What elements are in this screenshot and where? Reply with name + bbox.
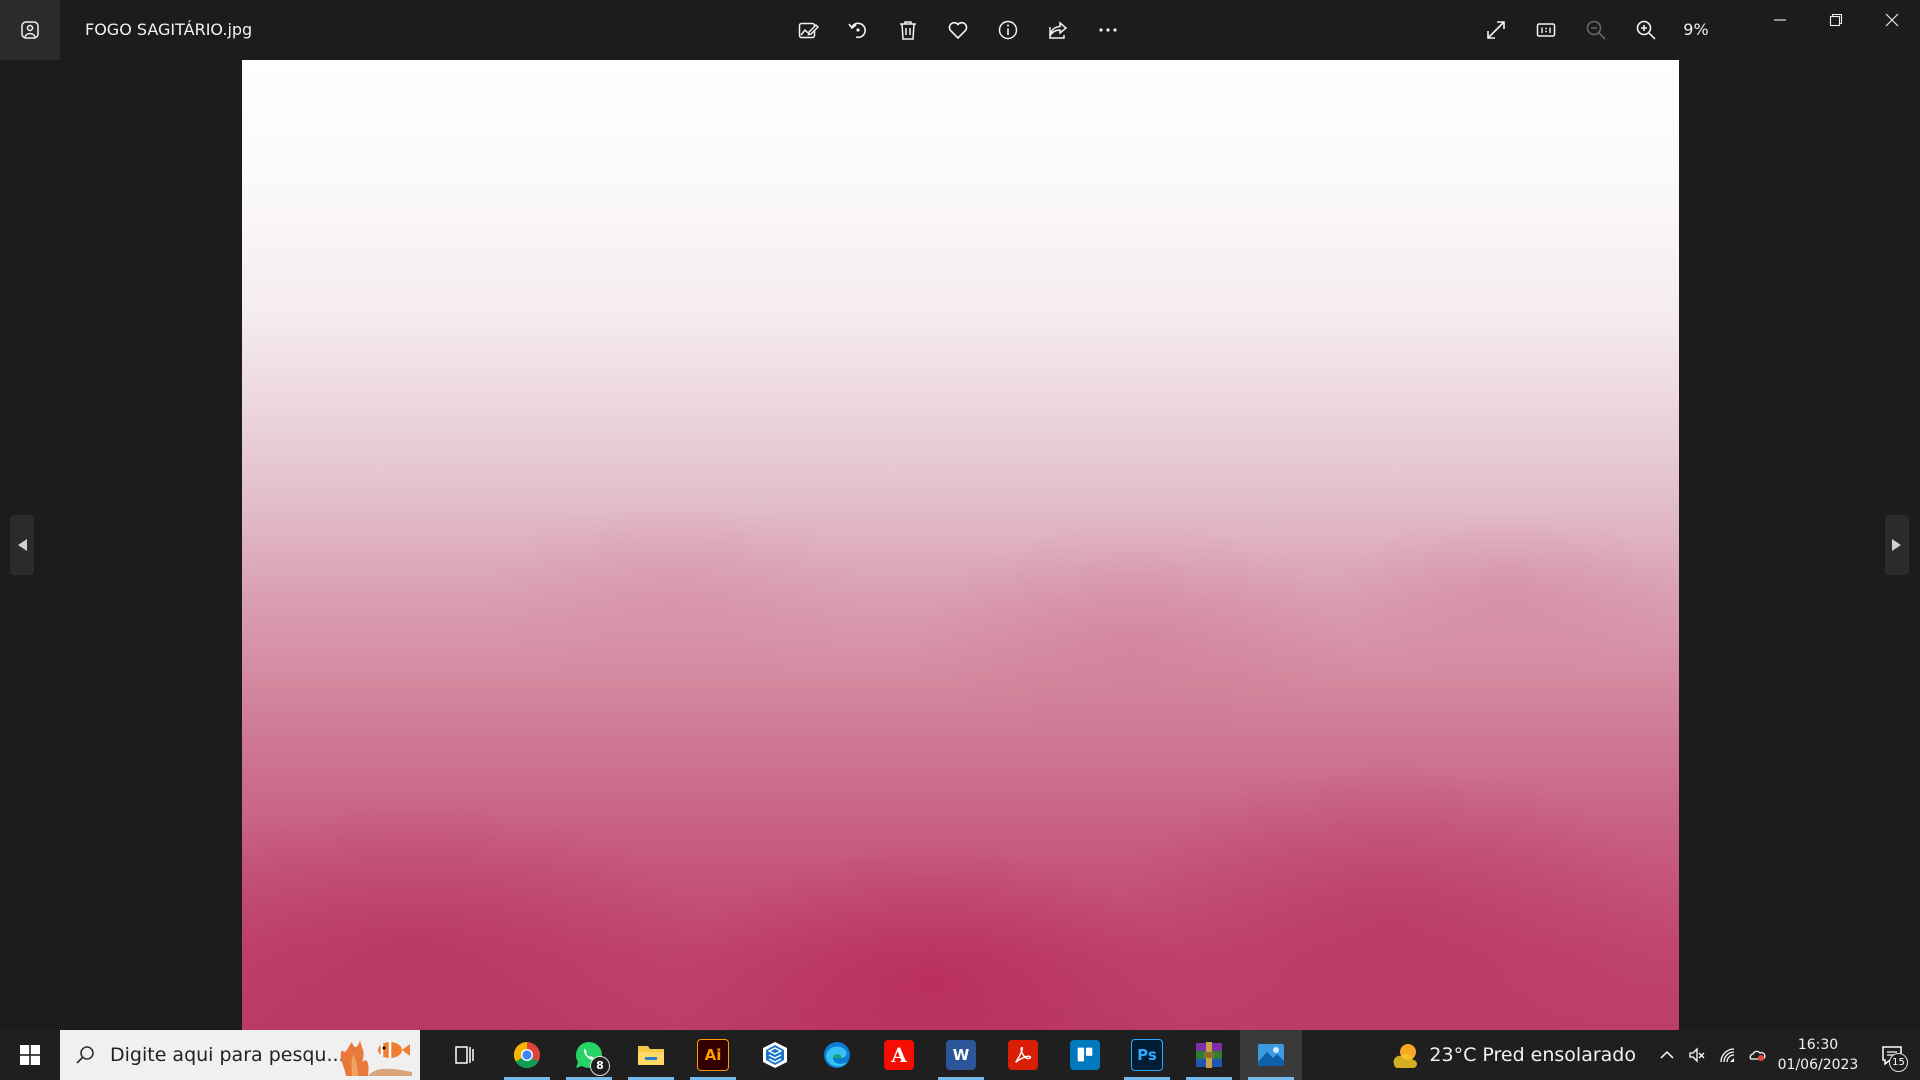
- clock-date: 01/06/2023: [1777, 1057, 1859, 1073]
- zoom-in-icon: [1636, 20, 1656, 40]
- volume-muted-icon: [1689, 1047, 1705, 1063]
- taskbar-app-edge[interactable]: [806, 1030, 868, 1080]
- start-button[interactable]: [0, 1030, 60, 1080]
- photos-app-taskbar-icon: [1258, 1044, 1284, 1066]
- photos-app-icon[interactable]: [0, 0, 60, 60]
- taskbar-search-box[interactable]: Digite aqui para pesqu...: [60, 1030, 420, 1080]
- word-icon: W: [946, 1040, 976, 1070]
- taskbar-app-winrar[interactable]: [1178, 1030, 1240, 1080]
- taskbar-app-word[interactable]: W: [930, 1030, 992, 1080]
- search-highlight-illustration-icon: [340, 1040, 412, 1076]
- info-icon: [998, 20, 1018, 40]
- winrar-icon: [1196, 1042, 1222, 1068]
- minimize-icon: [1774, 19, 1786, 21]
- weather-widget[interactable]: 23°C Pred ensolarado: [1391, 1040, 1636, 1070]
- share-button[interactable]: [1033, 10, 1083, 50]
- onedrive-button[interactable]: [1742, 1030, 1772, 1080]
- delete-icon: [900, 21, 916, 40]
- share-icon: [1049, 21, 1068, 39]
- zoom-in-button[interactable]: [1621, 10, 1671, 50]
- acrobat-reader-icon: A: [884, 1040, 914, 1070]
- taskbar-app-photos[interactable]: [1240, 1030, 1302, 1080]
- whatsapp-icon: 8: [574, 1040, 610, 1076]
- volume-button[interactable]: [1682, 1030, 1712, 1080]
- network-button[interactable]: [1712, 1030, 1742, 1080]
- chevron-left-icon: [18, 539, 27, 551]
- edit-image-button[interactable]: [783, 10, 833, 50]
- previous-image-button[interactable]: [10, 515, 34, 575]
- system-tray: 23°C Pred ensolarado 16:30 01/06/2023 15: [1391, 1030, 1920, 1080]
- weather-text: 23°C Pred ensolarado: [1429, 1044, 1636, 1066]
- restore-icon: [1829, 13, 1843, 27]
- illustrator-icon: Ai: [697, 1039, 729, 1071]
- cloud-icon: [1749, 1050, 1766, 1061]
- acrobat-icon: [1008, 1040, 1038, 1070]
- close-icon: [1885, 13, 1899, 27]
- partly-sunny-icon: [1393, 1044, 1418, 1068]
- image-viewer: [0, 60, 1920, 1030]
- fullscreen-icon: [1487, 21, 1505, 39]
- close-button[interactable]: [1864, 0, 1920, 40]
- minimize-button[interactable]: [1752, 0, 1808, 40]
- next-image-button[interactable]: [1885, 515, 1909, 575]
- window-controls: [1752, 0, 1920, 40]
- taskbar-app-sketchup[interactable]: [744, 1030, 806, 1080]
- fullscreen-button[interactable]: [1471, 10, 1521, 50]
- favorite-button[interactable]: [933, 10, 983, 50]
- notification-center-button[interactable]: 15: [1864, 1030, 1920, 1080]
- delete-button[interactable]: [883, 10, 933, 50]
- rotate-icon: [848, 22, 866, 39]
- edge-icon: [824, 1042, 850, 1068]
- chevron-right-icon: [1892, 539, 1901, 551]
- show-hidden-icons-button[interactable]: [1652, 1030, 1682, 1080]
- taskbar-app-photoshop[interactable]: Ps: [1116, 1030, 1178, 1080]
- file-info-button[interactable]: [983, 10, 1033, 50]
- view-toolbar: 9%: [1471, 10, 1721, 50]
- taskbar-app-illustrator[interactable]: Ai: [682, 1030, 744, 1080]
- photos-icon: [21, 21, 39, 39]
- heart-icon: [948, 21, 968, 40]
- rotate-button[interactable]: [833, 10, 883, 50]
- more-options-button[interactable]: [1083, 10, 1133, 50]
- displayed-photo[interactable]: [242, 60, 1679, 1030]
- windows-logo-icon: [20, 1045, 40, 1065]
- sketchup-icon: [763, 1042, 787, 1068]
- restore-button[interactable]: [1808, 0, 1864, 40]
- image-toolbar: [783, 10, 1133, 50]
- clock[interactable]: 16:30 01/06/2023: [1772, 1035, 1864, 1075]
- title-bar: FOGO SAGITÁRIO.jpg 9%: [0, 0, 1920, 60]
- search-placeholder: Digite aqui para pesqu...: [110, 1044, 345, 1066]
- clock-time: 16:30: [1797, 1037, 1839, 1053]
- taskbar-app-trello[interactable]: [1054, 1030, 1116, 1080]
- chevron-up-icon: [1660, 1050, 1674, 1059]
- chrome-icon: [513, 1041, 540, 1069]
- more-icon: [1099, 28, 1117, 32]
- taskbar-app-task-view[interactable]: [434, 1030, 496, 1080]
- search-icon: [76, 1046, 94, 1064]
- task-view-icon: [455, 1046, 474, 1064]
- trello-icon: [1070, 1040, 1100, 1070]
- folder-icon: [638, 1046, 664, 1065]
- taskbar-app-acrobat[interactable]: [992, 1030, 1054, 1080]
- taskbar-app-file-explorer[interactable]: [620, 1030, 682, 1080]
- zoom-level[interactable]: 9%: [1671, 10, 1721, 50]
- taskbar-apps: 8 Ai A W Ps: [434, 1030, 1302, 1080]
- taskbar: Digite aqui para pesqu... 8 Ai A W Ps 23…: [0, 1030, 1920, 1080]
- file-name: FOGO SAGITÁRIO.jpg: [85, 20, 253, 39]
- taskbar-app-acrobat-reader[interactable]: A: [868, 1030, 930, 1080]
- actual-size-button[interactable]: [1521, 10, 1571, 50]
- photoshop-icon: Ps: [1131, 1039, 1163, 1071]
- taskbar-app-chrome[interactable]: [496, 1030, 558, 1080]
- wifi-icon: [1720, 1048, 1735, 1063]
- whatsapp-badge: 8: [590, 1056, 610, 1076]
- actual-size-icon: [1536, 23, 1556, 37]
- zoom-out-button[interactable]: [1571, 10, 1621, 50]
- taskbar-app-whatsapp[interactable]: 8: [558, 1030, 620, 1080]
- zoom-out-icon: [1586, 20, 1606, 40]
- notification-count: 15: [1889, 1053, 1908, 1072]
- edit-image-icon: [798, 22, 819, 39]
